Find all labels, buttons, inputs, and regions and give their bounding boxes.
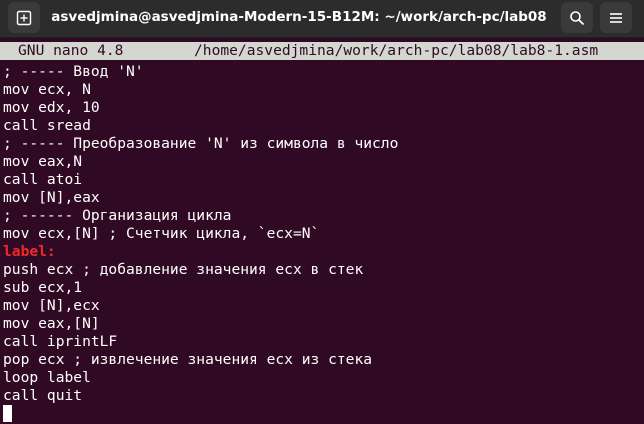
code-line-text: mov [N],eax (3, 189, 100, 206)
code-line-text: call iprintLF (3, 333, 118, 350)
code-line-text: call sread (3, 117, 91, 134)
code-line: mov eax,[N] (3, 315, 644, 333)
hamburger-menu-icon (610, 12, 622, 23)
code-line (3, 405, 644, 423)
window-title: asvedjmina@asvedjmina-Modern-15-B12M: ~/… (51, 9, 547, 25)
code-line-text: call quit (3, 387, 83, 404)
code-line-text: ; ----- Преобразование 'N' из символа в … (3, 135, 399, 152)
code-line-text: pop ecx ; извлечение значения ecx из сте… (3, 351, 373, 368)
code-line: mov ecx, N (3, 81, 644, 99)
code-line: call atoi (3, 171, 644, 189)
terminal-window: asvedjmina@asvedjmina-Modern-15-B12M: ~/… (0, 0, 644, 424)
code-line: ; ------ Организация цикла (3, 207, 644, 225)
code-line: ; ----- Ввод 'N' (3, 63, 644, 81)
code-line: label: (3, 243, 644, 261)
code-line: pop ecx ; извлечение значения ecx из сте… (3, 351, 644, 369)
nano-version: GNU nano 4.8 (18, 42, 124, 59)
code-editor[interactable]: ; ----- Ввод 'N' mov ecx, Nmov edx, 10 cal… (3, 63, 644, 423)
code-line-text: mov edx, 10 (3, 99, 100, 116)
nano-header-bar: GNU nano 4.8 /home/asvedjmina/work/arch-… (0, 42, 644, 60)
code-line: mov edx, 10 (3, 99, 644, 117)
code-line-text: mov eax,[N] (3, 315, 100, 332)
code-line-text: sub ecx,1 (3, 279, 83, 296)
code-line-text: mov ecx,[N] ; Счетчик цикла, `ecx=N` (3, 225, 320, 242)
code-line-text: label: (3, 243, 56, 260)
search-icon (570, 10, 585, 25)
code-line-text: call atoi (3, 171, 83, 188)
code-line-text: push ecx ; добавление значения ecx в сте… (3, 261, 364, 278)
code-line: sub ecx,1 (3, 279, 644, 297)
code-line: ; ----- Преобразование 'N' из символа в … (3, 135, 644, 153)
code-line: call iprintLF (3, 333, 644, 351)
terminal-area[interactable]: GNU nano 4.8 /home/asvedjmina/work/arch-… (0, 38, 644, 424)
text-cursor (3, 405, 12, 422)
title-bar: asvedjmina@asvedjmina-Modern-15-B12M: ~/… (0, 0, 644, 38)
code-line-text: loop label (3, 369, 91, 386)
menu-button[interactable] (600, 2, 632, 33)
code-line-text: ; ----- Ввод 'N' (3, 63, 144, 80)
code-line-text: ; ------ Организация цикла (3, 207, 232, 224)
new-tab-button[interactable] (8, 2, 40, 33)
code-line: mov eax,N (3, 153, 644, 171)
code-line-text: mov ecx, N (3, 81, 91, 98)
code-line: push ecx ; добавление значения ecx в сте… (3, 261, 644, 279)
nano-filepath: /home/asvedjmina/work/arch-pc/lab08/lab8… (194, 42, 599, 59)
code-line: call quit (3, 387, 644, 405)
code-line: call sread (3, 117, 644, 135)
new-tab-icon (16, 10, 32, 25)
code-line: loop label (3, 369, 644, 387)
code-line: mov [N],eax (3, 189, 644, 207)
code-line-text: mov [N],ecx (3, 297, 100, 314)
code-line: mov [N],ecx (3, 297, 644, 315)
code-line-text: mov eax,N (3, 153, 83, 170)
search-button[interactable] (561, 2, 593, 33)
code-line: mov ecx,[N] ; Счетчик цикла, `ecx=N` (3, 225, 644, 243)
